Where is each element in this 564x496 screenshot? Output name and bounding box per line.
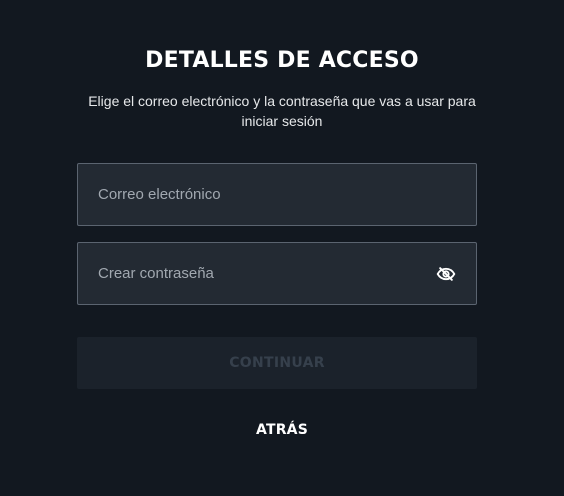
page-subtitle: Elige el correo electrónico y la contras… — [88, 93, 476, 129]
page-title: DETALLES DE ACCESO — [145, 48, 419, 73]
password-input[interactable] — [78, 243, 476, 304]
email-field — [77, 163, 477, 226]
eye-off-icon[interactable] — [436, 264, 456, 284]
continue-button[interactable]: CONTINUAR — [77, 337, 477, 389]
email-input[interactable] — [78, 164, 476, 225]
back-link[interactable]: ATRÁS — [0, 422, 564, 438]
password-field — [77, 242, 477, 305]
access-details-form: DETALLES DE ACCESO Elige el correo elect… — [0, 0, 564, 496]
